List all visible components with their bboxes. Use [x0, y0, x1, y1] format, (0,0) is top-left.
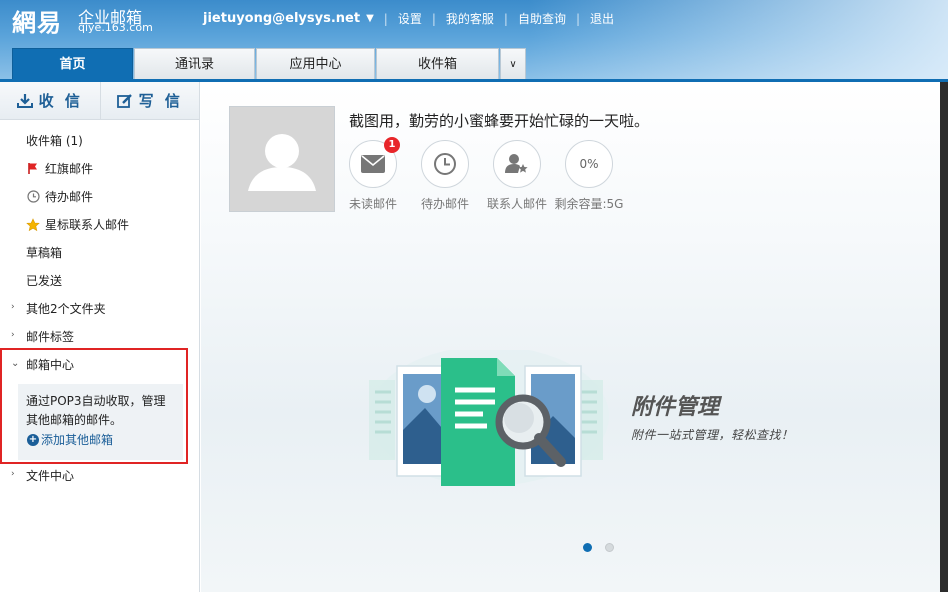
clock-icon [434, 153, 456, 175]
folder-sent-label: 已发送 [26, 274, 63, 288]
chevron-down-icon[interactable]: ⌄ [11, 358, 19, 369]
envelope-icon [361, 155, 385, 173]
main-content: 截图用，勤劳的小蜜蜂要开始忙碌的一天啦。 1 未读邮件 待办邮件 联系人邮件 0… [201, 82, 940, 592]
stat-unread[interactable]: 1 未读邮件 [337, 137, 409, 212]
settings-link[interactable]: 设置 [398, 10, 422, 27]
folder-inbox[interactable]: 收件箱 (1) [26, 132, 83, 149]
unread-badge: 1 [384, 137, 400, 153]
folder-todo[interactable]: 待办邮件 [26, 188, 93, 205]
add-other-mailbox-link[interactable]: + 添加其他邮箱 [27, 431, 113, 448]
folder-starred-label: 星标联系人邮件 [45, 218, 130, 232]
stat-contacts[interactable]: 联系人邮件 [481, 140, 553, 212]
stat-contacts-label: 联系人邮件 [486, 197, 547, 211]
tab-app-center[interactable]: 应用中心 [256, 48, 375, 80]
edit-icon [116, 93, 132, 108]
folder-sent[interactable]: 已发送 [26, 272, 62, 289]
feature-subtitle: 附件一站式管理，轻松查找！ [631, 428, 794, 442]
stat-contacts-circle [493, 140, 541, 188]
logo-domain: qiye.163.com [78, 21, 153, 34]
mail-center-desc-1: 通过POP3自动收取，管理 [26, 394, 166, 408]
feature-title: 附件管理 [631, 395, 720, 420]
self-service-link[interactable]: 自助查询 [518, 10, 566, 27]
tab-inbox[interactable]: 收件箱 [376, 48, 499, 80]
stat-todo-label: 待办邮件 [420, 197, 469, 211]
top-nav: jietuyong@elysys.net ▼ | 设置 | 我的客服 | 自助查… [203, 10, 614, 27]
main-tabs: 首页 通讯录 应用中心 收件箱 ∨ [12, 48, 527, 80]
user-account[interactable]: jietuyong@elysys.net [203, 11, 360, 26]
mail-center[interactable]: 邮箱中心 [26, 356, 74, 373]
write-button[interactable]: 写 信 [99, 82, 200, 119]
compose-bar: 收 信 写 信 [0, 82, 199, 120]
stat-capacity-label: 剩余容量:5G [554, 197, 624, 211]
stat-todo-circle [421, 140, 469, 188]
folder-tags[interactable]: 邮件标签 [26, 328, 74, 345]
add-other-mailbox-label: 添加其他邮箱 [41, 433, 114, 447]
red-flag-icon [26, 162, 40, 176]
avatar[interactable] [229, 106, 335, 212]
mail-center-label: 邮箱中心 [26, 358, 75, 372]
file-center[interactable]: 文件中心 [26, 467, 74, 484]
file-center-label: 文件中心 [26, 469, 75, 483]
logo-main: 網易 [12, 8, 62, 37]
write-label: 写 信 [138, 92, 183, 110]
chevron-right-icon[interactable]: › [11, 302, 15, 312]
clock-icon [26, 190, 40, 204]
divider: | [431, 11, 436, 26]
tab-home[interactable]: 首页 [12, 48, 133, 80]
folder-inbox-label: 收件箱 (1) [26, 134, 83, 148]
tab-contacts[interactable]: 通讯录 [134, 48, 255, 80]
capacity-percent: 0% [579, 157, 599, 171]
scrollbar[interactable] [940, 82, 948, 592]
folder-starred[interactable]: 星标联系人邮件 [26, 216, 129, 233]
star-icon [26, 217, 40, 232]
carousel-dot[interactable] [605, 543, 614, 552]
customer-service-link[interactable]: 我的客服 [446, 10, 494, 27]
folder-tags-label: 邮件标签 [26, 330, 75, 344]
download-icon [16, 93, 33, 108]
plus-circle-icon: + [27, 433, 39, 446]
chevron-down-icon[interactable]: ▼ [366, 13, 374, 24]
folder-drafts-label: 草稿箱 [26, 246, 63, 260]
logout-link[interactable]: 退出 [590, 10, 614, 27]
folder-other-label: 其他2个文件夹 [26, 302, 106, 316]
divider: | [383, 11, 388, 26]
divider: | [503, 11, 508, 26]
receive-button[interactable]: 收 信 [0, 82, 100, 119]
tab-more-chevron-icon[interactable]: ∨ [500, 48, 526, 80]
attachment-illustration [369, 350, 609, 486]
header-divider [0, 79, 948, 82]
stat-unread-label: 未读邮件 [348, 197, 397, 211]
chevron-right-icon[interactable]: › [11, 469, 15, 479]
mail-center-panel: 通过POP3自动收取，管理 其他邮箱的邮件。 [18, 384, 183, 460]
carousel-dot-active[interactable] [583, 543, 592, 552]
divider: | [575, 11, 581, 26]
stat-capacity-circle: 0% [565, 140, 613, 188]
sidebar: 收 信 写 信 收件箱 (1) 红旗邮件 待办邮件 星标联系人邮件 草稿箱 已发… [0, 82, 200, 592]
chevron-right-icon[interactable]: › [11, 330, 15, 340]
stat-todo[interactable]: 待办邮件 [409, 140, 481, 212]
user-silhouette-icon [248, 134, 316, 191]
receive-label: 收 信 [38, 92, 83, 110]
mail-center-desc-2: 其他邮箱的邮件。 [26, 413, 123, 427]
stat-unread-circle: 1 [349, 137, 400, 188]
top-header: 網易 企业邮箱 qiye.163.com jietuyong@elysys.ne… [0, 0, 948, 80]
stat-capacity[interactable]: 0% 剩余容量:5G [553, 140, 625, 212]
contact-star-icon [505, 154, 528, 173]
folder-other[interactable]: 其他2个文件夹 [26, 300, 106, 317]
folder-todo-label: 待办邮件 [45, 190, 94, 204]
greeting-text: 截图用，勤劳的小蜜蜂要开始忙碌的一天啦。 [349, 112, 650, 130]
folder-drafts[interactable]: 草稿箱 [26, 244, 62, 261]
folder-flagged-label: 红旗邮件 [45, 162, 94, 176]
folder-flagged[interactable]: 红旗邮件 [26, 160, 93, 177]
